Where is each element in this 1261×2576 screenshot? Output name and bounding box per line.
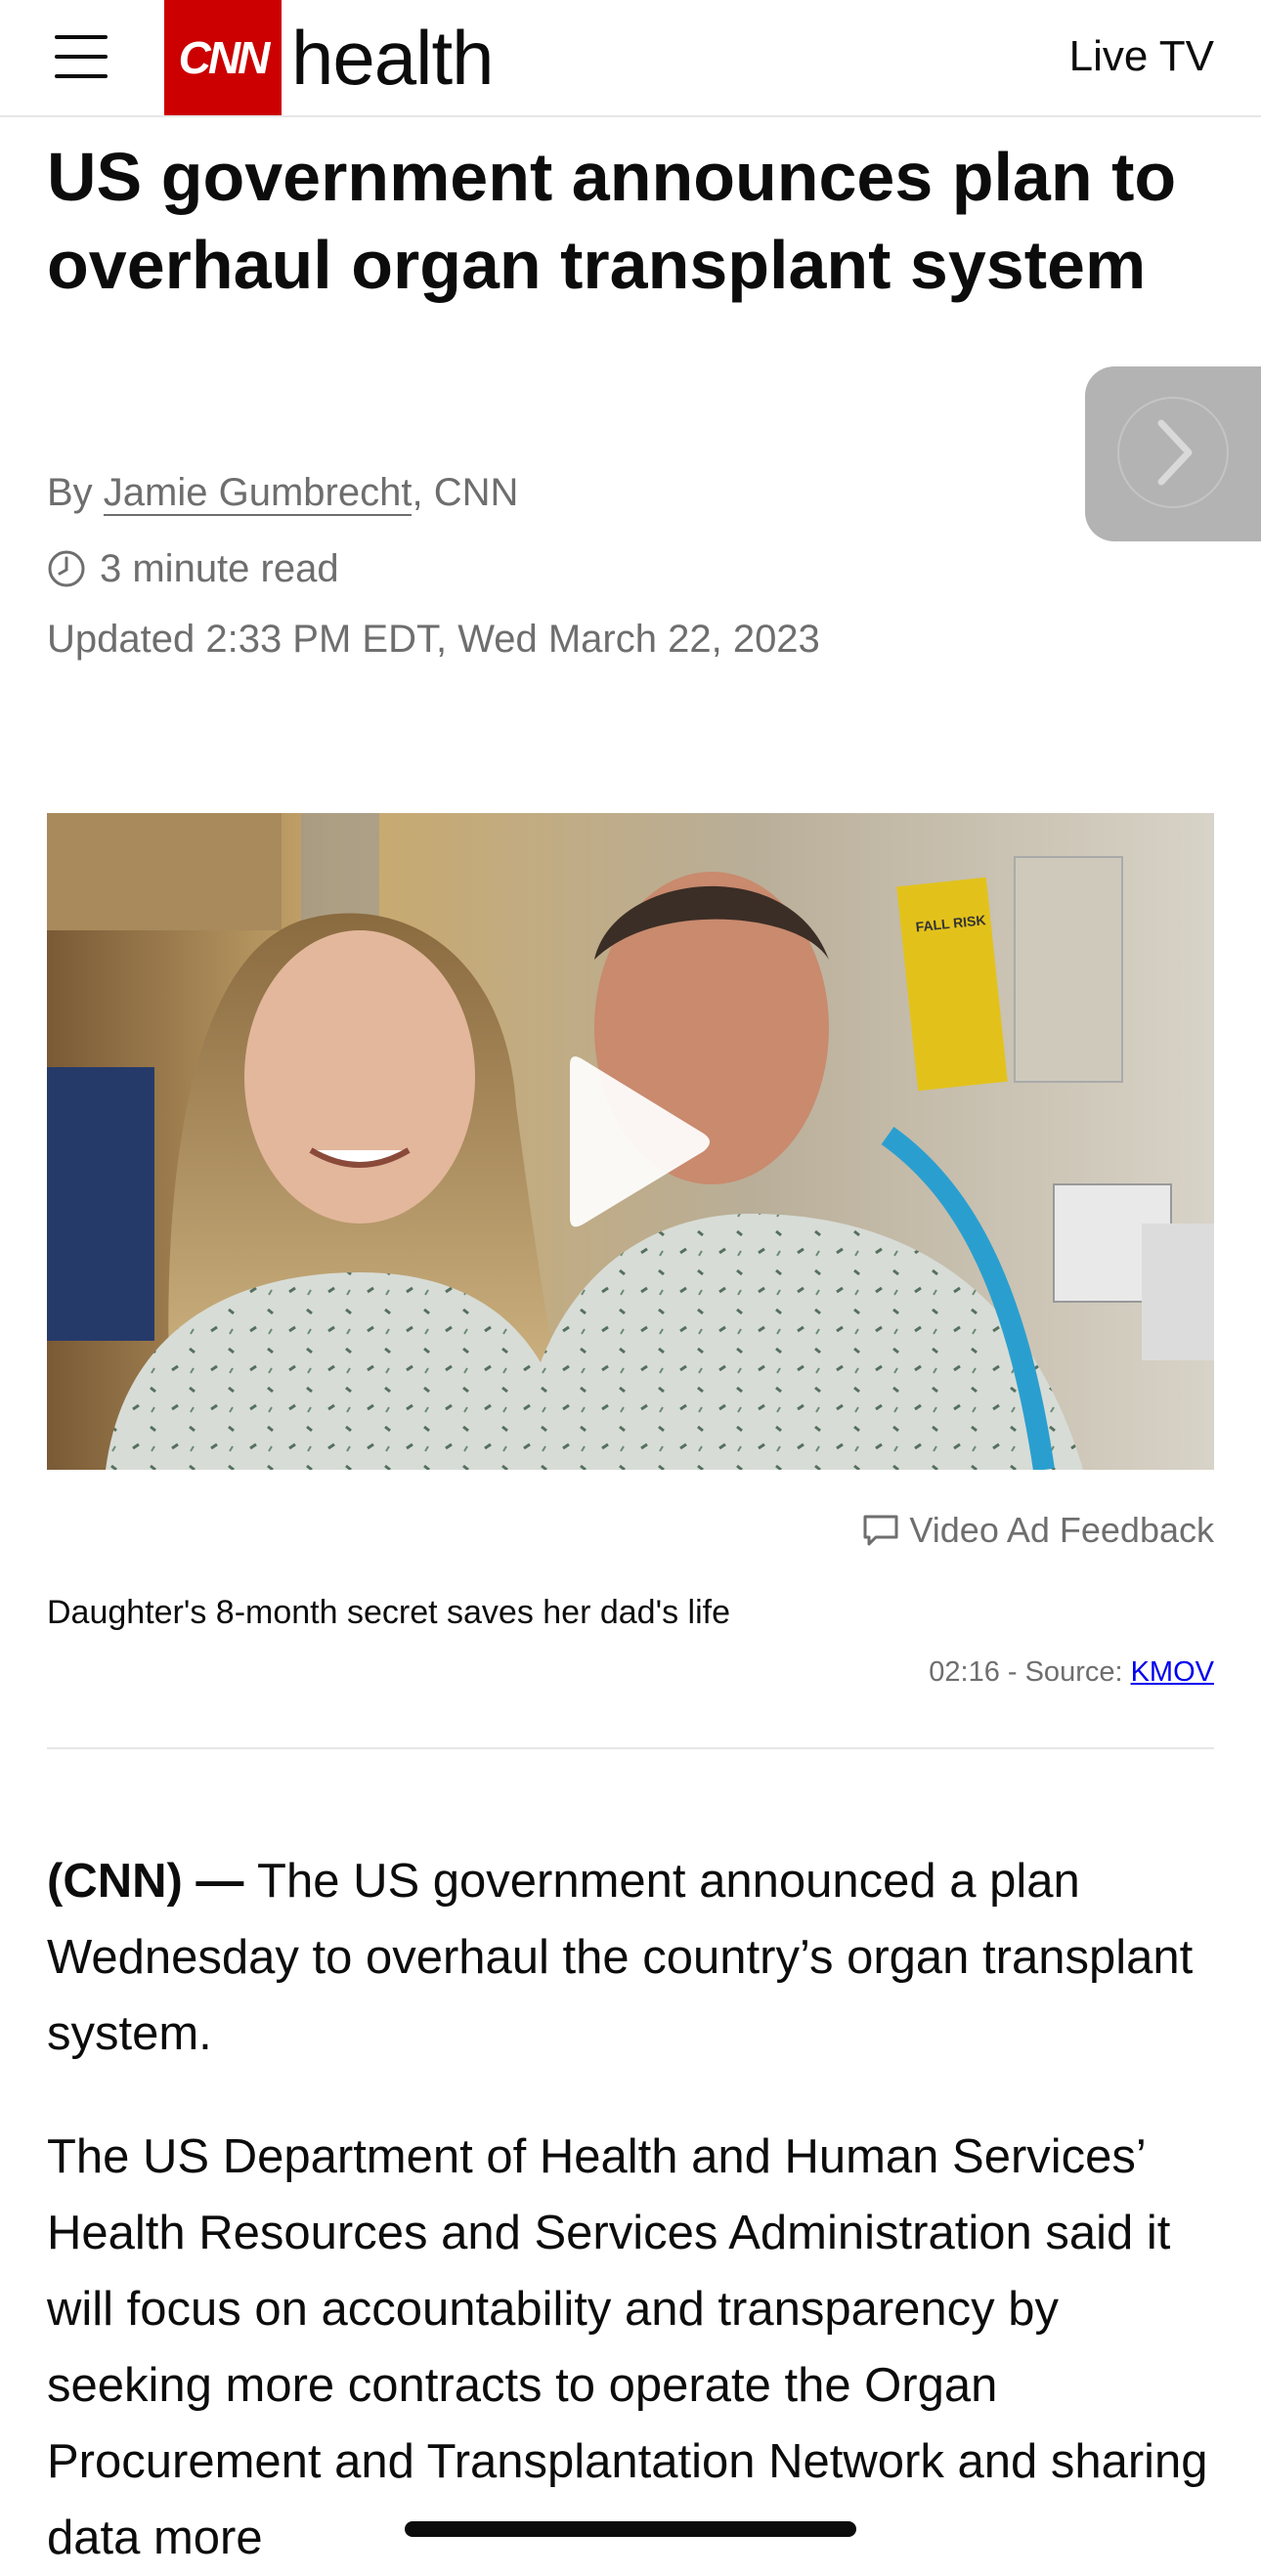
- video-player[interactable]: FALL RISK: [47, 813, 1214, 1470]
- live-tv-link[interactable]: Live TV: [1069, 29, 1214, 84]
- video-title: Daughter's 8-month secret saves her dad'…: [47, 1594, 730, 1631]
- article-paragraph: (CNN) — The US government announced a pl…: [47, 1843, 1214, 2072]
- article-paragraph: The US Department of Health and Human Se…: [47, 2119, 1214, 2576]
- updated-timestamp: Updated 2:33 PM EDT, Wed March 22, 2023: [47, 618, 820, 661]
- site-header: CNN health Live TV: [0, 0, 1261, 117]
- ad-feedback-text: Video Ad Feedback: [909, 1510, 1214, 1550]
- menu-icon[interactable]: [55, 33, 108, 80]
- byline-prefix: By: [47, 471, 104, 514]
- chevron-right-icon: [1117, 397, 1229, 508]
- video-thumbnail: FALL RISK: [47, 813, 1214, 1470]
- home-indicator[interactable]: [405, 2521, 856, 2537]
- author-link[interactable]: Jamie Gumbrecht: [103, 471, 413, 516]
- video-source-link[interactable]: KMOV: [1131, 1656, 1214, 1688]
- cnn-logo[interactable]: CNN: [164, 0, 282, 115]
- video-duration-source: 02:16 - Source:: [929, 1656, 1131, 1688]
- divider: [47, 1747, 1214, 1749]
- read-time: 3 minute read: [47, 541, 339, 596]
- paragraph-text: The US Department of Health and Human Se…: [47, 2130, 1208, 2564]
- byline: By Jamie Gumbrecht, CNN: [47, 465, 518, 520]
- clock-icon: [48, 550, 85, 587]
- byline-suffix: , CNN: [412, 471, 519, 514]
- read-time-text: 3 minute read: [100, 547, 339, 590]
- article-headline: US government announces plan to overhaul…: [47, 139, 1177, 303]
- video-ad-feedback-link[interactable]: Video Ad Feedback: [862, 1503, 1214, 1558]
- dateline: (CNN) —: [47, 1855, 258, 1908]
- section-name[interactable]: health: [291, 14, 495, 102]
- logo-text: CNN: [178, 32, 271, 83]
- next-article-button[interactable]: [1085, 366, 1261, 541]
- speech-bubble-icon: [863, 1515, 898, 1546]
- video-source: 02:16 - Source: KMOV: [929, 1648, 1214, 1696]
